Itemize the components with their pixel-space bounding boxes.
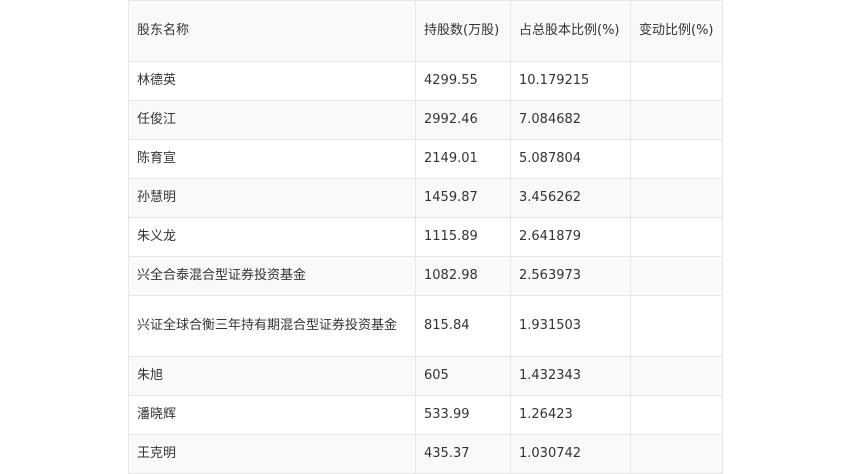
cell-share-ratio: 2.641879 [510,217,631,257]
cell-share-ratio: 1.030742 [510,434,631,474]
cell-shareholder-name: 任俊江 [128,100,416,140]
header-shareholder-name: 股东名称 [128,0,416,62]
cell-change-ratio [630,434,723,474]
table-row: 兴证全球合衡三年持有期混合型证券投资基金 815.84 1.931503 [128,295,723,357]
cell-shares-held: 435.37 [415,434,511,474]
cell-share-ratio: 5.087804 [510,139,631,179]
cell-change-ratio [630,256,723,296]
cell-shares-held: 1459.87 [415,178,511,218]
table-row: 孙慧明 1459.87 3.456262 [128,178,723,218]
cell-share-ratio: 1.931503 [510,295,631,357]
cell-change-ratio [630,139,723,179]
cell-change-ratio [630,100,723,140]
header-change-ratio: 变动比例(%) [630,0,723,62]
cell-share-ratio: 1.26423 [510,395,631,435]
table-row: 陈育宣 2149.01 5.087804 [128,139,723,179]
cell-shareholder-name: 潘晓辉 [128,395,416,435]
cell-share-ratio: 10.179215 [510,61,631,101]
cell-share-ratio: 2.563973 [510,256,631,296]
cell-share-ratio: 1.432343 [510,356,631,396]
cell-change-ratio [630,178,723,218]
cell-shares-held: 533.99 [415,395,511,435]
cell-shareholder-name: 兴证全球合衡三年持有期混合型证券投资基金 [128,295,416,357]
cell-shares-held: 2992.46 [415,100,511,140]
table-header-row: 股东名称 持股数(万股) 占总股本比例(%) 变动比例(%) [128,0,723,62]
cell-change-ratio [630,356,723,396]
cell-shareholder-name: 朱义龙 [128,217,416,257]
cell-change-ratio [630,295,723,357]
cell-shares-held: 605 [415,356,511,396]
cell-shareholder-name: 王克明 [128,434,416,474]
cell-shares-held: 4299.55 [415,61,511,101]
cell-share-ratio: 3.456262 [510,178,631,218]
cell-shares-held: 2149.01 [415,139,511,179]
header-shares-held: 持股数(万股) [415,0,511,62]
cell-shares-held: 1115.89 [415,217,511,257]
table-row: 朱旭 605 1.432343 [128,356,723,396]
table-row: 任俊江 2992.46 7.084682 [128,100,723,140]
cell-change-ratio [630,217,723,257]
cell-shareholder-name: 陈育宣 [128,139,416,179]
table-row: 兴全合泰混合型证券投资基金 1082.98 2.563973 [128,256,723,296]
cell-change-ratio [630,395,723,435]
cell-shareholder-name: 孙慧明 [128,178,416,218]
cell-shareholder-name: 朱旭 [128,356,416,396]
table-row: 王克明 435.37 1.030742 [128,434,723,474]
cell-shareholder-name: 林德英 [128,61,416,101]
table-row: 林德英 4299.55 10.179215 [128,61,723,101]
header-share-ratio: 占总股本比例(%) [510,0,631,62]
table-row: 潘晓辉 533.99 1.26423 [128,395,723,435]
shareholder-table: 股东名称 持股数(万股) 占总股本比例(%) 变动比例(%) 林德英 4299.… [128,0,723,474]
cell-shareholder-name: 兴全合泰混合型证券投资基金 [128,256,416,296]
table-row: 朱义龙 1115.89 2.641879 [128,217,723,257]
shareholder-table-container: 股东名称 持股数(万股) 占总股本比例(%) 变动比例(%) 林德英 4299.… [128,0,723,474]
cell-share-ratio: 7.084682 [510,100,631,140]
cell-shares-held: 1082.98 [415,256,511,296]
cell-shares-held: 815.84 [415,295,511,357]
cell-change-ratio [630,61,723,101]
